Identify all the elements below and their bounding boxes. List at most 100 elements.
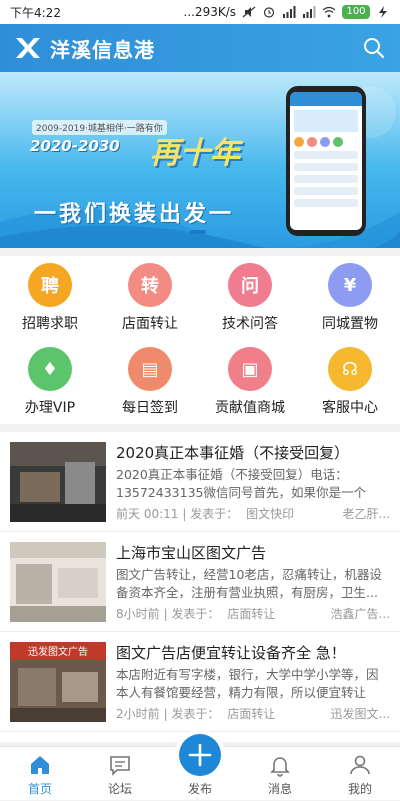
phone-row (294, 199, 358, 207)
logo-x-icon (16, 38, 40, 58)
grid-label: 技术问答 (222, 316, 278, 332)
thumb-sign-text: 迅发图文广告 (28, 645, 88, 658)
quick-access-grid: 聘 招聘求职 转 店面转让 问 技术问答 ¥ 同城置物 ♦ 办理VIP ▤ 每日… (0, 256, 400, 424)
plus-icon (188, 743, 212, 767)
market-icon: ¥ (328, 263, 372, 307)
network-speed: ...293K/s (183, 5, 236, 19)
recruit-icon: 聘 (28, 263, 72, 307)
grid-label: 贡献值商城 (215, 400, 285, 416)
search-icon[interactable] (362, 36, 386, 60)
grid-label: 每日签到 (122, 400, 178, 416)
vip-icon: ♦ (28, 347, 72, 391)
news-time: 8小时前 (116, 607, 160, 621)
news-body: 图文广告店便宜转让设备齐全 急！ 本店附近有写字楼，银行，大学中学小学等，因本人… (116, 642, 390, 731)
tab-home[interactable]: 首页 (0, 747, 80, 801)
grid-item-service[interactable]: ☊ 客服中心 (300, 340, 400, 424)
news-thumbnail: 迅发图文广告 (10, 642, 106, 722)
publish-plus-button[interactable] (179, 734, 221, 776)
thumb-image (10, 442, 106, 522)
grid-item-transfer[interactable]: 转 店面转让 (100, 256, 200, 340)
banner-year-range: 2020-2030 (30, 137, 120, 155)
phone-dot (307, 137, 317, 147)
news-title: 上海市宝山区图文广告 (116, 544, 267, 562)
phone-dot (294, 137, 304, 147)
phone-dot (320, 137, 330, 147)
signal-icon-2 (303, 6, 316, 18)
promo-banner[interactable]: 2009-2019·城基相伴·一路有你 2020-2030 再十年 一我们换装出… (0, 72, 400, 248)
news-item[interactable]: 上海市宝山区图文广告 图文广告转让，经营10老店，忍痛转让，机器设备资本齐全，注… (0, 532, 400, 632)
grid-label: 店面转让 (122, 316, 178, 332)
phone-row (294, 151, 358, 159)
news-posted-in: 发表于： (190, 507, 239, 521)
alarm-icon (263, 7, 275, 18)
news-body: 上海市宝山区图文广告 图文广告转让，经营10老店，忍痛转让，机器设备资本齐全，注… (116, 542, 390, 631)
news-board: 店面转让 (227, 707, 276, 721)
status-bar: 下午4:22 ...293K/s 100 (0, 0, 400, 24)
charging-icon (379, 6, 387, 18)
news-desc: 本店附近有写字楼，银行，大学中学小学等，因本人有餐馆要经营，精力有限，所以便宜转… (116, 667, 379, 700)
phone-row (294, 175, 358, 183)
tab-label: 发布 (187, 782, 212, 796)
phone-row (294, 163, 358, 171)
status-time: 下午4:22 (10, 5, 61, 20)
tab-label: 消息 (267, 782, 292, 796)
news-title: 2020真正本事征婚（不接受回复） (116, 444, 350, 462)
news-title: 图文广告店便宜转让设备齐全 急！ (116, 644, 346, 662)
tab-profile[interactable]: 我的 (320, 747, 400, 801)
banner-headline: 再十年 (150, 136, 240, 171)
grid-label: 客服中心 (322, 400, 378, 416)
news-time: 2小时前 (116, 707, 160, 721)
news-meta-left: 2小时前 | 发表于： 店面转让 (116, 707, 276, 721)
grid-label: 招聘求职 (22, 316, 78, 332)
news-author: 迅发图文... (330, 707, 390, 721)
shop-icon: ▣ (228, 347, 272, 391)
grid-item-qa[interactable]: 问 技术问答 (200, 256, 300, 340)
phone-row (294, 110, 358, 132)
news-item[interactable]: 迅发图文广告 图文广告店便宜转让设备齐全 急！ 本店附近有写字楼，银行，大学中学… (0, 632, 400, 732)
wifi-icon (322, 6, 336, 18)
grid-item-shop[interactable]: ▣ 贡献值商城 (200, 340, 300, 424)
battery-icon: 100 (342, 5, 370, 19)
news-body: 2020真正本事征婚（不接受回复） 2020真正本事征婚（不接受回复）电话：13… (116, 442, 390, 531)
tab-label: 论坛 (107, 782, 132, 796)
tab-forum[interactable]: 论坛 (80, 747, 160, 801)
grid-item-market[interactable]: ¥ 同城置物 (300, 256, 400, 340)
banner-page-indicator (190, 230, 206, 234)
grid-label: 办理VIP (24, 400, 76, 416)
news-meta: 2小时前 | 发表于： 店面转让 迅发图文... (116, 705, 390, 722)
mute-icon (242, 6, 256, 18)
grid-label: 同城置物 (322, 316, 378, 332)
thumb-image (10, 542, 106, 622)
service-icon: ☊ (328, 347, 372, 391)
phone-screen (290, 92, 362, 230)
news-board: 图文快印 (246, 507, 295, 521)
news-meta-left: 前天 00:11 | 发表于： 图文快印 (116, 507, 295, 521)
news-board: 店面转让 (227, 607, 276, 621)
tab-messages[interactable]: 消息 (240, 747, 320, 801)
thumb-image: 迅发图文广告 (10, 642, 106, 722)
grid-item-vip[interactable]: ♦ 办理VIP (0, 340, 100, 424)
news-item[interactable]: 2020真正本事征婚（不接受回复） 2020真正本事征婚（不接受回复）电话：13… (0, 432, 400, 532)
phone-icons (294, 137, 358, 147)
banner-subline: 一我们换装出发一 (34, 202, 235, 227)
transfer-icon: 转 (128, 263, 172, 307)
news-meta: 8小时前 | 发表于： 店面转让 浩鑫广告... (116, 605, 390, 622)
news-thumbnail (10, 542, 106, 622)
tab-label: 首页 (27, 782, 52, 796)
forum-icon (110, 756, 130, 776)
bell-icon (270, 757, 290, 777)
app-logo (12, 33, 42, 63)
qa-icon: 问 (228, 263, 272, 307)
checkin-icon: ▤ (128, 347, 172, 391)
news-time: 前天 00:11 (116, 507, 179, 521)
grid-item-checkin[interactable]: ▤ 每日签到 (100, 340, 200, 424)
grid-item-recruit[interactable]: 聘 招聘求职 (0, 256, 100, 340)
signal-icon (283, 6, 296, 18)
news-desc: 2020真正本事征婚（不接受回复）电话：13572433135微信同号首先，如果… (116, 467, 366, 500)
news-thumbnail (10, 442, 106, 522)
tab-label: 我的 (347, 782, 372, 796)
news-meta-left: 8小时前 | 发表于： 店面转让 (116, 607, 276, 621)
news-author: 老乙肝... (342, 507, 390, 521)
status-indicators: ...293K/s 100 (183, 5, 390, 19)
banner-tag: 2009-2019·城基相伴·一路有你 (32, 120, 167, 135)
